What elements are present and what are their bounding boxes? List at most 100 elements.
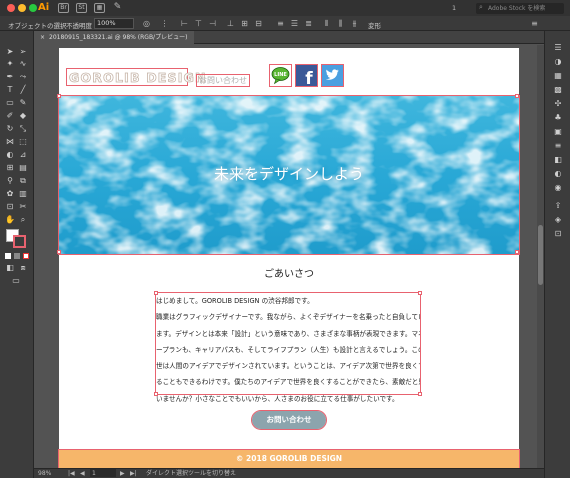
stroke-icon[interactable]: ≡ — [553, 141, 563, 151]
close-window-button[interactable] — [7, 4, 15, 12]
draw-mode-icon[interactable]: ◧ — [5, 263, 15, 273]
brushes-icon[interactable]: ✣ — [553, 99, 563, 109]
eraser-tool-icon[interactable]: ◆ — [18, 111, 28, 121]
perspective-grid-icon[interactable]: ⊿ — [18, 150, 28, 160]
selection-tool-icon[interactable]: ➤ — [5, 47, 15, 57]
align-center-icon[interactable]: ⊤ — [194, 19, 203, 28]
distribute-right-icon[interactable]: ⫵ — [350, 19, 359, 28]
bridge-icon[interactable]: Br — [58, 3, 69, 13]
line-tool-icon[interactable]: ╱ — [18, 85, 28, 95]
next-artboard-icon[interactable]: ▶ — [120, 469, 125, 478]
line-icon[interactable]: LINE — [269, 64, 292, 87]
twitter-icon[interactable] — [321, 64, 344, 87]
first-artboard-icon[interactable]: |◀ — [68, 469, 75, 478]
document-tab[interactable]: × 20180915_183321.ai @ 98% (RGB/プレビュー) — [34, 31, 194, 44]
page-indicator[interactable]: 1 — [452, 4, 456, 12]
zoom-tool-icon[interactable]: ⌕ — [18, 215, 28, 225]
distribute-left-icon[interactable]: ⫴ — [322, 19, 331, 28]
symbols-icon[interactable]: ♣ — [553, 113, 563, 123]
free-transform-icon[interactable]: ⬚ — [18, 137, 28, 147]
eyedropper-tool-icon[interactable]: ⚲ — [5, 176, 15, 186]
distribute-bottom-icon[interactable]: ≣ — [304, 19, 313, 28]
selection-handle[interactable] — [418, 291, 422, 295]
gradient-mode-icon[interactable] — [14, 253, 20, 259]
symbol-sprayer-icon[interactable]: ✿ — [5, 189, 15, 199]
curvature-tool-icon[interactable]: ⤳ — [18, 72, 28, 82]
distribute-icon[interactable]: ⋮ — [160, 19, 169, 28]
artboard-number-input[interactable]: 1 — [90, 469, 116, 477]
opacity-input[interactable]: 100% — [94, 18, 134, 29]
selection-handle[interactable] — [57, 250, 61, 254]
paintbrush-tool-icon[interactable]: ✎ — [18, 98, 28, 108]
stock-search-input[interactable]: Adobe Stock を検索 — [476, 3, 564, 14]
scrollbar-thumb[interactable] — [538, 225, 543, 285]
stock-icon[interactable]: St — [76, 3, 87, 13]
color-guide-icon[interactable]: ▦ — [553, 71, 563, 81]
previous-artboard-icon[interactable]: ◀ — [80, 469, 85, 478]
facebook-icon[interactable]: f — [295, 64, 318, 89]
graph-tool-icon[interactable]: ▥ — [18, 189, 28, 199]
selection-handle[interactable] — [418, 392, 422, 396]
selection-handle[interactable] — [57, 94, 61, 98]
vertical-scrollbar[interactable] — [537, 45, 544, 468]
align-middle-icon[interactable]: ⊞ — [240, 19, 249, 28]
layers-icon[interactable]: ◈ — [553, 215, 563, 225]
selection-handle[interactable] — [515, 250, 519, 254]
gradient-tool-icon[interactable]: ▤ — [18, 163, 28, 173]
distribute-center-icon[interactable]: ⫼ — [336, 19, 345, 28]
selection-handle[interactable] — [154, 392, 158, 396]
hero-banner[interactable]: 未来をデザインしよう — [58, 95, 520, 255]
screen-mode-toggle-icon[interactable]: ▭ — [11, 276, 21, 286]
properties-icon[interactable]: ☰ — [553, 43, 563, 53]
artboard[interactable]: GOROLIB DESIGN お問い合わせ LINE f 未来をデザインしよう … — [57, 48, 520, 469]
swatches-icon[interactable]: ▩ — [553, 85, 563, 95]
color-mode-icon[interactable] — [5, 253, 11, 259]
zoom-window-button[interactable] — [29, 4, 37, 12]
globe-icon[interactable]: ◎ — [142, 19, 151, 28]
blend-tool-icon[interactable]: ⧉ — [18, 176, 28, 186]
lasso-tool-icon[interactable]: ∿ — [18, 59, 28, 69]
gradient-icon[interactable]: ◧ — [553, 155, 563, 165]
contact-link[interactable]: お問い合わせ — [196, 74, 250, 87]
width-tool-icon[interactable]: ⋈ — [5, 137, 15, 147]
none-mode-icon[interactable] — [23, 253, 29, 259]
scale-tool-icon[interactable]: ⤡ — [18, 124, 28, 134]
brush-icon[interactable]: ✎ — [112, 3, 123, 13]
distribute-middle-icon[interactable]: ☰ — [290, 19, 299, 28]
align-top-icon[interactable]: ⊥ — [226, 19, 235, 28]
graphic-styles-icon[interactable]: ▣ — [553, 127, 563, 137]
direct-selection-tool-icon[interactable]: ➢ — [18, 47, 28, 57]
workspace-grid-icon[interactable]: ▦ — [94, 3, 105, 13]
align-right-icon[interactable]: ⊣ — [208, 19, 217, 28]
close-tab-icon[interactable]: × — [40, 34, 45, 41]
rotate-tool-icon[interactable]: ↻ — [5, 124, 15, 134]
mesh-tool-icon[interactable]: ⊞ — [5, 163, 15, 173]
appearance-icon[interactable]: ◉ — [553, 183, 563, 193]
shaper-tool-icon[interactable]: ✐ — [5, 111, 15, 121]
magic-wand-icon[interactable]: ✦ — [5, 59, 15, 69]
last-artboard-icon[interactable]: ▶| — [130, 469, 137, 478]
selection-handle[interactable] — [515, 94, 519, 98]
site-logo[interactable]: GOROLIB DESIGN — [69, 70, 207, 86]
align-bottom-icon[interactable]: ⊟ — [254, 19, 263, 28]
panel-menu-icon[interactable]: ≡ — [530, 19, 539, 28]
transform-label[interactable]: 変形 — [368, 20, 381, 30]
shape-builder-icon[interactable]: ◐ — [5, 150, 15, 160]
hand-tool-icon[interactable]: ✋ — [5, 215, 15, 225]
color-icon[interactable]: ◑ — [553, 57, 563, 67]
type-tool-icon[interactable]: T — [5, 85, 15, 95]
selection-handle[interactable] — [154, 291, 158, 295]
stroke-swatch[interactable] — [13, 235, 26, 248]
align-left-icon[interactable]: ⊢ — [180, 19, 189, 28]
distribute-top-icon[interactable]: ≡ — [276, 19, 285, 28]
slice-tool-icon[interactable]: ✂ — [18, 202, 28, 212]
export-icon[interactable]: ⇪ — [553, 201, 563, 211]
zoom-level[interactable]: 98% — [38, 469, 51, 478]
artboard-tool-icon[interactable]: ⊡ — [5, 202, 15, 212]
contact-button[interactable]: お問い合わせ — [251, 410, 327, 430]
minimize-window-button[interactable] — [18, 4, 26, 12]
screen-mode-icon[interactable]: ⧈ — [18, 263, 28, 273]
artboards-icon[interactable]: ⊡ — [553, 229, 563, 239]
rectangle-tool-icon[interactable]: ▭ — [5, 98, 15, 108]
greeting-body[interactable]: はじめまして。GOROLIB DESIGN の渋谷邦郎です。 職業はグラフィック… — [155, 292, 421, 403]
